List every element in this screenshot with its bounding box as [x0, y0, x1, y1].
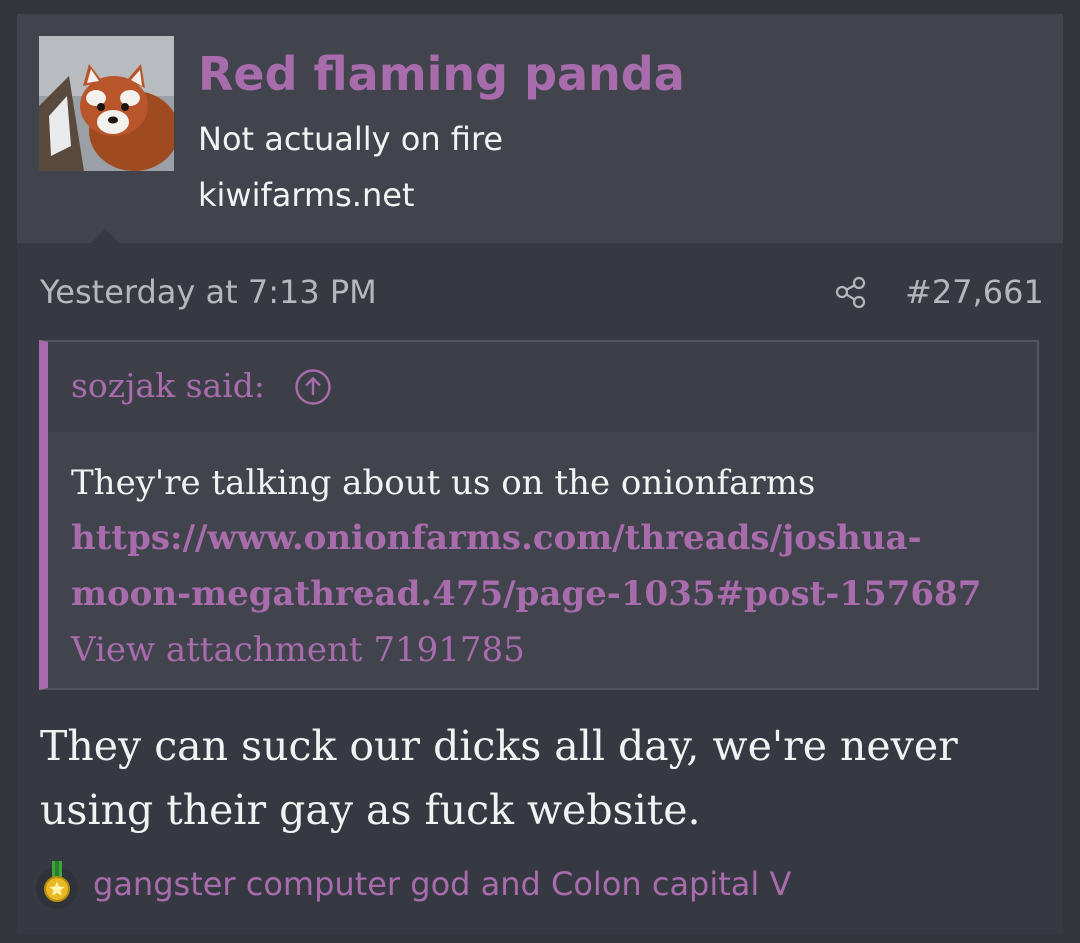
post-body: They can suck our dicks all day, we're n…	[40, 714, 1040, 842]
red-panda-avatar[interactable]	[39, 36, 174, 171]
user-title: Not actually on fire	[198, 120, 504, 158]
header-caret	[90, 229, 120, 244]
quote-block: sozjak said: They're talking about us on…	[39, 340, 1039, 690]
username[interactable]: Red flaming panda	[198, 44, 685, 104]
forum-post: Red flaming panda Not actually on fire k…	[17, 14, 1063, 934]
quote-link-line1[interactable]: https://www.onionfarms.com/threads/joshu…	[71, 518, 922, 558]
quote-author[interactable]: sozjak said:	[71, 362, 265, 410]
quote-link-line2[interactable]: moon-megathread.475/page-1035#post-15768…	[71, 574, 981, 614]
post-body-line1: They can suck our dicks all day, we're n…	[40, 722, 958, 770]
quote-header: sozjak said:	[48, 342, 1037, 432]
post-body-line2: using their gay as fuck website.	[40, 786, 701, 834]
medal-icon	[34, 859, 80, 911]
arrow-up-circle-icon[interactable]	[294, 368, 332, 406]
quote-link[interactable]: https://www.onionfarms.com/threads/joshu…	[71, 510, 1031, 622]
share-icon[interactable]	[834, 275, 868, 309]
post-date[interactable]: Yesterday at 7:13 PM	[40, 270, 377, 314]
post-number[interactable]: #27,661	[905, 270, 1044, 314]
user-header: Red flaming panda Not actually on fire k…	[17, 14, 1063, 244]
quote-text: They're talking about us on the onionfar…	[71, 463, 816, 503]
user-site: kiwifarms.net	[198, 176, 415, 214]
attachment-link[interactable]: View attachment 7191785	[71, 622, 525, 678]
badge-text[interactable]: gangster computer god and Colon capital …	[93, 862, 791, 906]
